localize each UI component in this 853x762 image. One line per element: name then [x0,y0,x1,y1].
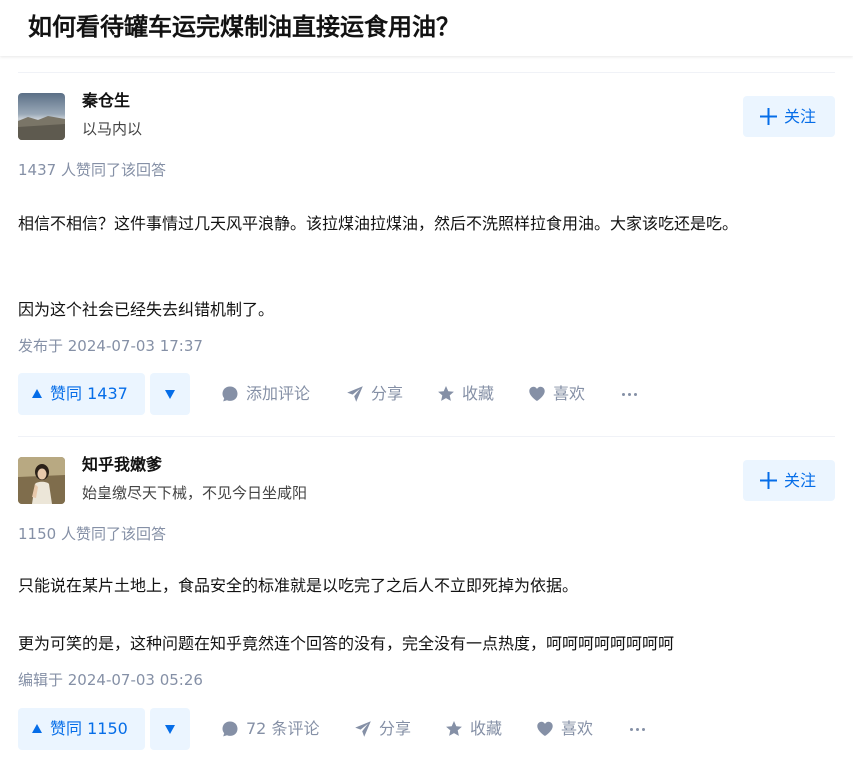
comment-bubble-icon [222,721,238,737]
collect-label: 收藏 [470,719,503,738]
like-label: 喜欢 [553,384,586,403]
heart-icon [537,721,553,736]
vote-up-label: 赞同 1150 [50,719,128,738]
comment-label: 添加评论 [246,384,311,403]
avatar[interactable] [18,93,65,140]
collect-label: 收藏 [462,384,495,403]
heart-icon [529,386,545,401]
share-label: 分享 [379,719,412,738]
follow-label: 关注 [784,471,817,490]
vote-down-button[interactable] [150,373,190,415]
follow-label: 关注 [784,107,817,126]
answer-timestamp[interactable]: 编辑于 2024-07-03 05:26 [18,669,203,691]
vote-up-label: 赞同 1437 [50,384,128,403]
comment-bubble-icon [222,386,238,402]
vote-summary: 1150 人赞同了该回答 [18,525,166,543]
answer-timestamp[interactable]: 发布于 2024-07-03 17:37 [18,335,203,357]
vote-up-button[interactable]: 赞同 1437 [18,373,145,415]
paper-plane-icon [347,386,363,402]
vote-summary: 1437 人赞同了该回答 [18,161,166,179]
author-name[interactable]: 秦仓生 [82,90,130,112]
follow-button[interactable]: 关注 [743,96,835,137]
triangle-up-icon [32,389,42,398]
author-bio: 以马内以 [82,120,143,138]
answer-actions: 赞同 1437 添加评论 分享 收藏 喜欢 [18,373,835,415]
divider [18,436,835,437]
answer-paragraph: 只能说在某片土地上，食品安全的标准就是以吃完了之后人不立即死掉为依据。 [18,576,579,595]
author-bio: 始皇缴尽天下械，不见今日坐咸阳 [82,484,308,502]
comment-label: 72 条评论 [246,719,320,738]
triangle-down-icon [165,390,175,399]
answer-paragraph: 相信不相信？这件事情过几天风平浪静。该拉煤油拉煤油，然后不洗照样拉食用油。大家该… [18,214,739,233]
vote-up-button[interactable]: 赞同 1150 [18,708,145,750]
answer-paragraph: 更为可笑的是，这种问题在知乎竟然连个回答的没有，完全没有一点热度，呵呵呵呵呵呵呵… [18,634,675,653]
follow-button[interactable]: 关注 [743,460,835,501]
avatar[interactable] [18,457,65,504]
more-dots-icon[interactable] [630,708,650,750]
plus-icon [760,108,777,125]
star-icon [446,721,462,736]
star-icon [438,386,454,401]
answer-paragraph: 因为这个社会已经失去纠错机制了。 [18,300,275,319]
question-header: 如何看待罐车运完煤制油直接运食用油？ [0,0,853,56]
question-title: 如何看待罐车运完煤制油直接运食用油？ [28,13,460,41]
like-label: 喜欢 [561,719,594,738]
triangle-up-icon [32,724,42,733]
more-dots-icon[interactable] [622,373,642,415]
answer-actions: 赞同 1150 72 条评论 分享 收藏 喜欢 [18,708,835,750]
divider [18,72,835,73]
author-name[interactable]: 知乎我嫩爹 [82,454,162,476]
plus-icon [760,472,777,489]
paper-plane-icon [355,721,371,737]
share-label: 分享 [371,384,404,403]
triangle-down-icon [165,725,175,734]
vote-down-button[interactable] [150,708,190,750]
